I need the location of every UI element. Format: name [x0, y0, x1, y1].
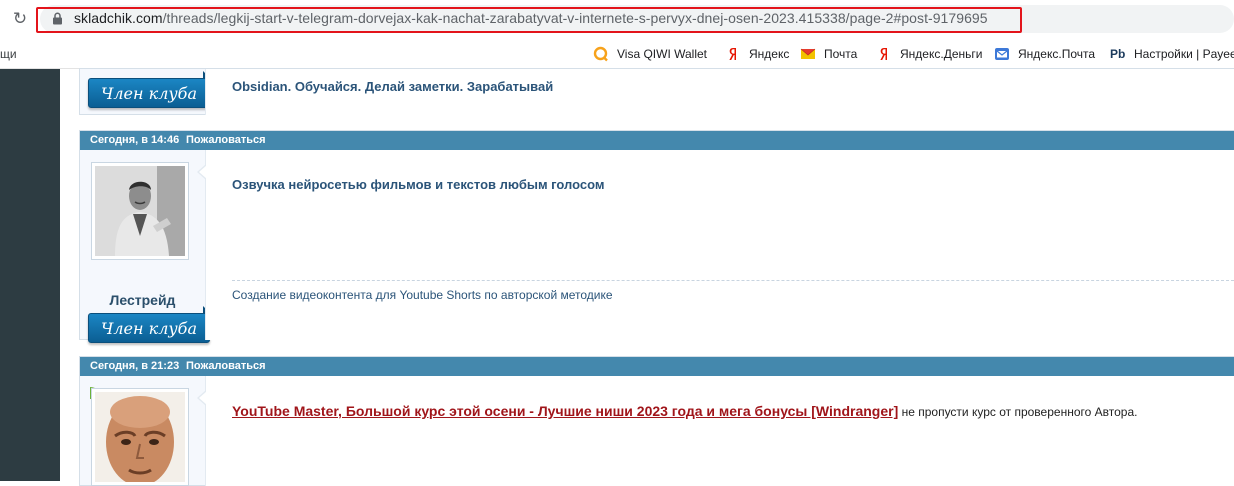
payeer-icon: Pb	[1110, 47, 1126, 61]
yandex-mail-icon	[994, 46, 1010, 62]
forum-post: Сегодня, в 14:46 Пожаловаться Лестрейд Ч…	[79, 130, 1234, 343]
message-pointer	[197, 390, 207, 406]
bookmark-payeer[interactable]: Pb Настройки | Payee	[1110, 46, 1234, 62]
message-content: Obsidian. Обучайся. Делай заметки. Зараб…	[205, 69, 1234, 115]
yandex-icon	[876, 46, 892, 62]
bookmark-label: Яндекс.Почта	[1018, 47, 1096, 61]
bookmarks-bar: щи Visa QIWI Wallet Яндекс Почта Яндекс.…	[0, 40, 1234, 69]
course-link[interactable]: YouTube Master, Большой курс этой осени …	[232, 403, 898, 419]
avatar-photo	[95, 392, 185, 482]
yandex-icon	[725, 46, 741, 62]
avatar[interactable]	[91, 162, 189, 260]
message-title: Obsidian. Обучайся. Делай заметки. Зараб…	[232, 79, 554, 94]
bookmark-yandex-money[interactable]: Яндекс.Деньги	[876, 46, 982, 62]
message-pointer	[197, 164, 207, 180]
forum-post: Сегодня, в 21:23 Пожаловаться YouTube Ma…	[79, 356, 1234, 486]
url-highlight-box	[36, 7, 1022, 33]
forum-post: Член клуба Obsidian. Обучайся. Делай зам…	[79, 68, 1234, 115]
report-link[interactable]: Пожаловаться	[186, 134, 266, 146]
bookmark-mail[interactable]: Почта	[800, 46, 857, 62]
post-header: Сегодня, в 14:46 Пожаловаться	[80, 131, 1234, 150]
forum-page: Член клуба Obsidian. Обучайся. Делай зам…	[0, 68, 1234, 486]
avatar-photo	[95, 166, 185, 256]
user-info: Член клуба	[80, 69, 210, 115]
bookmark-label: Настройки | Payee	[1134, 47, 1234, 61]
bookmark-qiwi[interactable]: Visa QIWI Wallet	[593, 46, 707, 62]
bookmark-label: Яндекс.Деньги	[900, 47, 983, 61]
report-link[interactable]: Пожаловаться	[186, 360, 266, 372]
username[interactable]: Лестрейд	[80, 292, 205, 308]
message-content: YouTube Master, Большой курс этой осени …	[197, 376, 1234, 486]
bookmark-label: Почта	[824, 47, 858, 61]
member-badge: Член клуба	[88, 306, 210, 343]
bookmark-label: Visa QIWI Wallet	[617, 47, 708, 61]
reload-icon[interactable]: ↻	[10, 9, 30, 29]
member-badge: Член клуба	[88, 71, 210, 108]
message-tail-text: не пропусти курс от проверенного Автора.	[898, 405, 1138, 419]
post-date[interactable]: Сегодня, в 14:46	[90, 134, 179, 146]
signature-separator	[232, 280, 1234, 281]
bookmark-yandex[interactable]: Яндекс	[725, 46, 789, 62]
bookmark-cut-label[interactable]: щи	[0, 47, 17, 61]
user-info	[80, 376, 205, 486]
mail-icon	[800, 46, 816, 62]
bookmark-label: Яндекс	[749, 47, 790, 61]
message-title: Озвучка нейросетью фильмов и текстов люб…	[232, 177, 605, 192]
message-content: Озвучка нейросетью фильмов и текстов люб…	[197, 150, 1234, 340]
bookmark-yandex-mail[interactable]: Яндекс.Почта	[994, 46, 1095, 62]
signature[interactable]: Создание видеоконтента для Youtube Short…	[232, 288, 613, 302]
qiwi-icon	[593, 46, 609, 62]
post-date[interactable]: Сегодня, в 21:23	[90, 360, 179, 372]
message-body: YouTube Master, Большой курс этой осени …	[232, 403, 1137, 419]
browser-toolbar: ↻ skladchik.com/threads/legkij-start-v-t…	[0, 0, 1234, 40]
avatar[interactable]	[91, 388, 189, 486]
user-info: Лестрейд Член клуба	[80, 150, 210, 343]
post-header: Сегодня, в 21:23 Пожаловаться	[80, 357, 1234, 376]
left-side-panel	[0, 69, 60, 481]
